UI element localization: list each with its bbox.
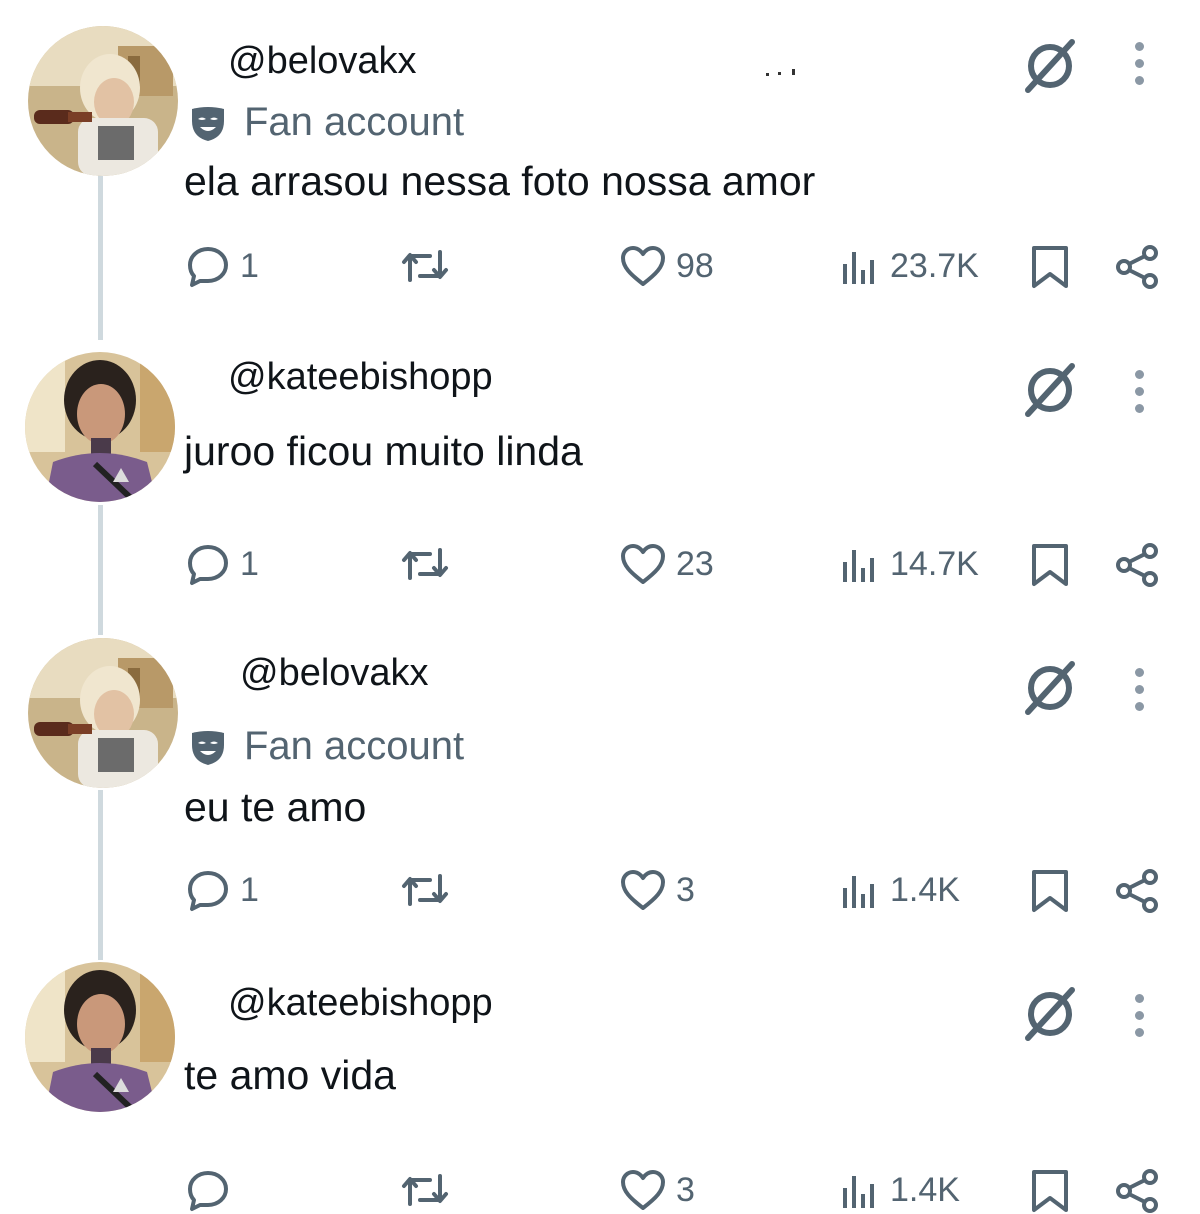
- like-count: 3: [676, 870, 695, 909]
- reply-button[interactable]: 1: [186, 244, 259, 288]
- grok-icon[interactable]: [1020, 984, 1080, 1044]
- badge-label: Fan account: [244, 724, 465, 768]
- avatar-belovakx[interactable]: [28, 638, 178, 788]
- grok-icon[interactable]: [1020, 658, 1080, 718]
- views-count: 23.7K: [890, 246, 979, 285]
- post-text: te amo vida: [184, 1052, 396, 1098]
- repost-button[interactable]: [400, 244, 450, 288]
- like-count: 98: [676, 246, 714, 285]
- thread-line: [98, 505, 103, 635]
- heart-icon: [621, 1170, 665, 1210]
- post-text: ela arrasou nessa foto nossa amor: [184, 158, 816, 204]
- share-icon[interactable]: [1114, 1168, 1160, 1214]
- repost-button[interactable]: [400, 1168, 450, 1212]
- reply-button[interactable]: [186, 1168, 240, 1212]
- like-count: 3: [676, 1170, 695, 1209]
- like-count: 23: [676, 544, 714, 583]
- views-button[interactable]: 1.4K: [840, 1168, 960, 1212]
- post-text: eu te amo: [184, 784, 367, 830]
- post-text: juroo ficou muito linda: [184, 428, 583, 474]
- more-options-icon[interactable]: [1132, 994, 1146, 1045]
- mask-icon: [192, 106, 224, 141]
- repost-icon: [402, 548, 448, 580]
- views-icon: [843, 252, 874, 284]
- avatar-belovakx[interactable]: [28, 26, 178, 176]
- views-count: 14.7K: [890, 544, 979, 583]
- reply-button[interactable]: 1: [186, 868, 259, 912]
- repost-icon: [402, 874, 448, 906]
- reply-count: 1: [240, 870, 259, 909]
- repost-icon: [402, 250, 448, 282]
- reply-icon: [188, 1171, 228, 1211]
- fan-account-badge: Fan account: [188, 724, 464, 769]
- bookmark-icon[interactable]: [1030, 542, 1070, 588]
- heart-icon: [621, 246, 665, 286]
- fan-account-badge: Fan account: [188, 100, 464, 145]
- grok-icon[interactable]: [1020, 360, 1080, 420]
- mask-icon: [192, 730, 224, 765]
- views-icon: [843, 876, 874, 908]
- thread-line: [98, 175, 103, 340]
- views-icon: [843, 550, 874, 582]
- post-handle[interactable]: @belovakx: [228, 40, 417, 83]
- bookmark-icon[interactable]: [1030, 868, 1070, 914]
- more-options-icon[interactable]: [1132, 42, 1146, 93]
- heart-icon: [621, 870, 665, 910]
- reply-count: 1: [240, 544, 259, 583]
- like-button[interactable]: 98: [620, 244, 714, 288]
- reply-button[interactable]: 1: [186, 542, 259, 586]
- more-options-icon[interactable]: [1132, 668, 1146, 719]
- reply-icon: [188, 247, 228, 287]
- bookmark-icon[interactable]: [1030, 244, 1070, 290]
- reply-icon: [188, 871, 228, 911]
- reply-count: 1: [240, 246, 259, 285]
- post-handle[interactable]: @kateebishopp: [228, 982, 493, 1025]
- repost-button[interactable]: [400, 542, 450, 586]
- heart-icon: [621, 544, 665, 584]
- post-handle[interactable]: @belovakx: [240, 652, 429, 695]
- more-options-icon[interactable]: [1132, 370, 1146, 421]
- views-count: 1.4K: [890, 1170, 960, 1209]
- share-icon[interactable]: [1114, 542, 1160, 588]
- stray-marks: [766, 69, 796, 76]
- views-button[interactable]: 23.7K: [840, 244, 979, 288]
- views-button[interactable]: 14.7K: [840, 542, 979, 586]
- share-icon[interactable]: [1114, 244, 1160, 290]
- views-count: 1.4K: [890, 870, 960, 909]
- share-icon[interactable]: [1114, 868, 1160, 914]
- grok-icon[interactable]: [1020, 36, 1080, 96]
- reply-icon: [188, 545, 228, 585]
- views-button[interactable]: 1.4K: [840, 868, 960, 912]
- badge-label: Fan account: [244, 100, 465, 144]
- like-button[interactable]: 23: [620, 542, 714, 586]
- avatar-kateebishopp[interactable]: [25, 962, 175, 1112]
- repost-icon: [402, 1174, 448, 1206]
- views-icon: [843, 1176, 874, 1208]
- bookmark-icon[interactable]: [1030, 1168, 1070, 1214]
- like-button[interactable]: 3: [620, 868, 695, 912]
- repost-button[interactable]: [400, 868, 450, 912]
- post-handle[interactable]: @kateebishopp: [228, 356, 493, 399]
- like-button[interactable]: 3: [620, 1168, 695, 1212]
- avatar-kateebishopp[interactable]: [25, 352, 175, 502]
- thread-line: [98, 790, 103, 960]
